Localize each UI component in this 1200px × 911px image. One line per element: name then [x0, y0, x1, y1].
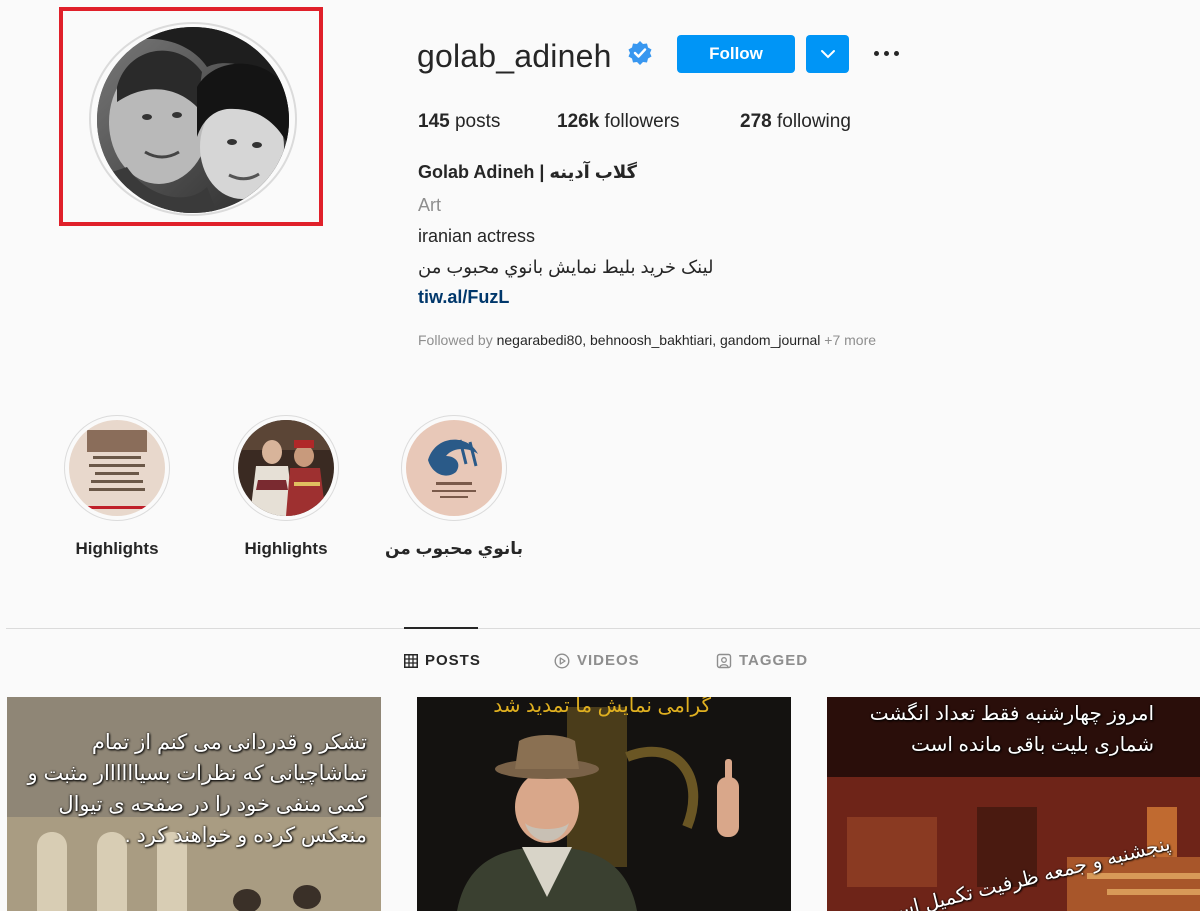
post-thumbnail[interactable]: تشکر و قدردانی می کنم از تمام تماشاچیانی… [7, 697, 381, 911]
chevron-down-icon [820, 50, 835, 59]
posts-count-value: 145 [418, 111, 450, 132]
highlight-item[interactable] [64, 415, 170, 521]
post-caption-overlay: گرامی نمایش ما تمدید شد [493, 697, 711, 717]
bio-line: لینک خرید بلیط نمایش بانوي محبوب من [418, 257, 714, 277]
post-thumbnail[interactable]: امروز چهارشنبه فقط تعداد انگشت شماری بلی… [827, 697, 1200, 911]
profile-username: golab_adineh [417, 38, 612, 74]
highlight-label: Highlights [75, 539, 159, 558]
highlight-label: بانوي محبوب من [384, 539, 524, 558]
dot-icon [883, 50, 889, 56]
tab-videos-label: VIDEOS [577, 652, 640, 669]
active-tab-indicator [404, 627, 478, 629]
following-count-value: 278 [740, 111, 772, 132]
followers-count[interactable]: 126k followers [557, 111, 680, 133]
bio-link[interactable]: tiw.al/FuzL [418, 287, 509, 308]
tab-posts[interactable]: POSTS [404, 652, 481, 669]
follow-button[interactable]: Follow [677, 35, 795, 73]
highlight-cover [69, 420, 165, 516]
tab-tagged-label: TAGGED [739, 652, 809, 669]
followed-by-more: +7 more [820, 332, 877, 348]
post-image [417, 697, 791, 911]
suggested-accounts-dropdown-button[interactable] [806, 35, 849, 73]
followers-count-label: followers [599, 111, 680, 132]
annotation-highlight-box [59, 7, 323, 226]
followed-by[interactable]: Followed by negarabedi80, behnoosh_bakht… [418, 332, 876, 348]
verified-badge-icon [627, 40, 653, 66]
post-caption-overlay: امروز چهارشنبه فقط تعداد انگشت شماری بلی… [869, 703, 1154, 756]
highlight-label: Highlights [244, 539, 328, 558]
tab-videos[interactable]: VIDEOS [554, 652, 640, 669]
dot-icon [873, 50, 879, 56]
highlight-cover [406, 420, 502, 516]
followed-by-prefix: Followed by [418, 332, 497, 348]
profile-full-name: Golab Adineh | گلاب آدینه [418, 162, 638, 182]
tab-divider [6, 628, 1200, 629]
post-thumbnail[interactable]: گرامی نمایش ما تمدید شد [417, 697, 791, 911]
highlight-item[interactable] [233, 415, 339, 521]
play-icon [554, 652, 570, 669]
tab-posts-label: POSTS [425, 652, 481, 669]
bio-line: iranian actress [418, 226, 536, 246]
grid-icon [404, 653, 418, 668]
highlight-cover [238, 420, 334, 516]
dot-icon [893, 50, 899, 56]
profile-category: Art [418, 195, 442, 215]
post-caption-overlay: تشکر و قدردانی می کنم از تمام تماشاچیانی… [27, 731, 367, 847]
posts-count: 145 posts [418, 111, 500, 133]
tag-icon [716, 653, 732, 668]
following-count[interactable]: 278 following [740, 111, 851, 133]
followers-count-value: 126k [557, 111, 600, 132]
posts-count-label: posts [449, 111, 501, 132]
followed-by-names: negarabedi80, behnoosh_bakhtiari, gandom… [496, 332, 821, 348]
highlight-item[interactable] [401, 415, 507, 521]
tab-tagged[interactable]: TAGGED [716, 652, 808, 669]
following-count-label: following [771, 111, 851, 132]
more-options-button[interactable] [866, 38, 906, 68]
